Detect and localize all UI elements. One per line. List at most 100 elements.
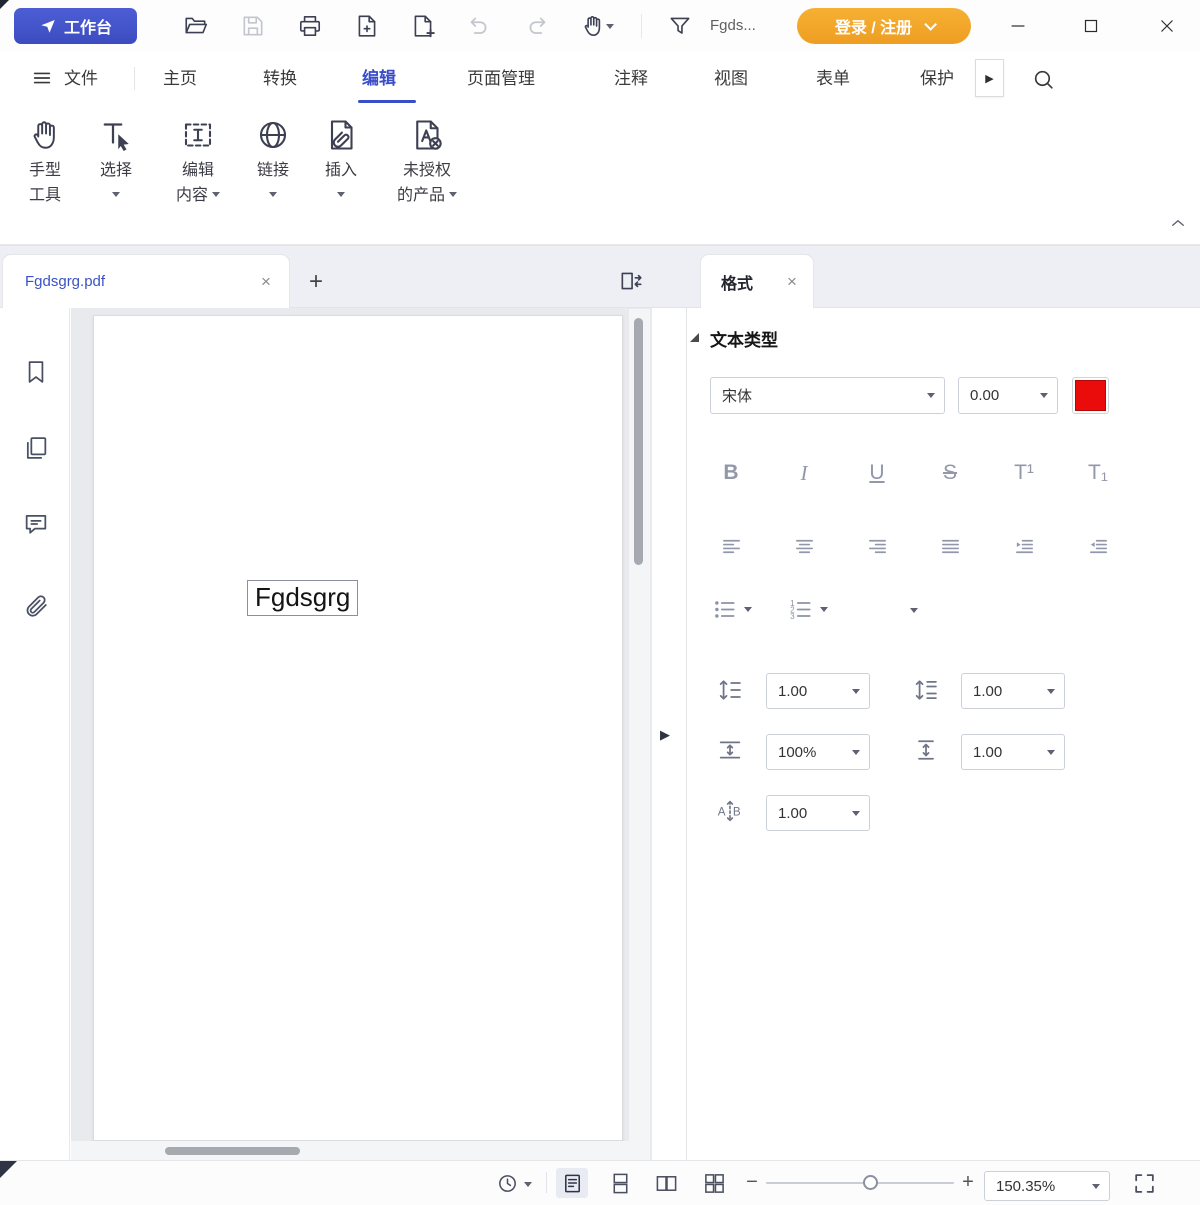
menu-comment[interactable]: 注释 bbox=[614, 52, 648, 105]
close-panel-icon[interactable]: × bbox=[779, 269, 805, 295]
chevron-down-icon bbox=[1047, 689, 1055, 694]
indent-decrease-icon[interactable] bbox=[1075, 526, 1121, 566]
new-document-icon[interactable] bbox=[403, 8, 443, 44]
timer-dropdown-icon[interactable] bbox=[524, 1172, 532, 1196]
numbered-list-icon[interactable]: 1 2 3 bbox=[788, 594, 828, 624]
chevron-down-icon bbox=[927, 393, 935, 398]
menu-convert[interactable]: 转换 bbox=[263, 52, 297, 105]
menu-overflow-arrow-icon[interactable]: ▶ bbox=[975, 59, 1004, 97]
tool-label-line2: 工具 bbox=[16, 183, 74, 208]
align-center-icon[interactable] bbox=[781, 526, 827, 566]
line-spacing-value: 1.00 bbox=[778, 683, 852, 700]
menu-edit[interactable]: 编辑 bbox=[362, 52, 396, 105]
menu-view[interactable]: 视图 bbox=[714, 52, 748, 105]
superscript-button[interactable]: T¹ bbox=[1001, 452, 1047, 494]
workspace-button[interactable]: 工作台 bbox=[14, 8, 137, 44]
zoom-slider-thumb[interactable] bbox=[863, 1175, 878, 1190]
minimize-icon[interactable] bbox=[993, 0, 1043, 52]
tool-label-line2: 内容 bbox=[160, 183, 236, 208]
redo-icon[interactable] bbox=[518, 8, 558, 44]
continuous-view-icon[interactable] bbox=[604, 1168, 636, 1198]
align-justify-icon[interactable] bbox=[927, 526, 973, 566]
vertical-scale-icon bbox=[912, 736, 940, 764]
login-register-button[interactable]: 登录 / 注册 bbox=[797, 8, 971, 44]
maximize-icon[interactable] bbox=[1066, 0, 1116, 52]
new-tab-icon[interactable]: + bbox=[300, 262, 332, 302]
horizontal-scrollbar-thumb[interactable] bbox=[165, 1147, 300, 1155]
horizontal-scrollbar[interactable] bbox=[71, 1141, 629, 1160]
font-family-select[interactable]: 宋体 bbox=[710, 377, 945, 414]
align-right-icon[interactable] bbox=[854, 526, 900, 566]
font-color-swatch[interactable] bbox=[1072, 377, 1109, 414]
document-tab[interactable]: Fgdsgrg.pdf × bbox=[2, 254, 290, 308]
text-edit-box[interactable]: Fgdsgrg bbox=[247, 580, 358, 616]
page-thumbnails-icon[interactable] bbox=[20, 432, 52, 464]
chevron-down-icon bbox=[852, 750, 860, 755]
subscript-button[interactable]: T₁ bbox=[1075, 452, 1121, 494]
link-tool-button[interactable]: 链接 bbox=[246, 112, 300, 201]
tool-label-text: 的产品 bbox=[397, 187, 445, 204]
menu-protect[interactable]: 保护 bbox=[920, 52, 954, 105]
menu-home[interactable]: 主页 bbox=[163, 52, 197, 105]
character-spacing-select[interactable]: 1.00 bbox=[766, 795, 870, 831]
indent-increase-icon[interactable] bbox=[1001, 526, 1047, 566]
list-style-dropdown-icon[interactable] bbox=[910, 598, 918, 622]
zoom-in-icon[interactable]: + bbox=[958, 1160, 978, 1205]
format-panel-expand-arrow-icon[interactable]: ▶ bbox=[656, 724, 674, 746]
single-page-view-icon[interactable] bbox=[556, 1168, 588, 1198]
paragraph-spacing-value: 1.00 bbox=[973, 683, 1047, 700]
edit-content-button[interactable]: 编辑 内容 bbox=[160, 112, 236, 208]
insert-tool-button[interactable]: 插入 bbox=[314, 112, 368, 201]
export-page-icon[interactable] bbox=[347, 8, 387, 44]
paragraph-spacing-select[interactable]: 1.00 bbox=[961, 673, 1065, 709]
toolbar-divider bbox=[641, 14, 642, 38]
tool-label-text: 内容 bbox=[176, 187, 208, 204]
search-icon[interactable] bbox=[1026, 62, 1060, 96]
comments-icon[interactable] bbox=[20, 508, 52, 540]
hamburger-menu-icon[interactable] bbox=[28, 64, 56, 92]
facing-pages-view-icon[interactable] bbox=[650, 1168, 682, 1198]
zoom-out-icon[interactable]: − bbox=[742, 1160, 762, 1205]
bookmarks-icon[interactable] bbox=[20, 356, 52, 388]
align-left-icon[interactable] bbox=[708, 526, 754, 566]
vertical-scrollbar[interactable] bbox=[629, 309, 650, 1160]
attachments-icon[interactable] bbox=[20, 590, 52, 622]
open-file-icon[interactable] bbox=[176, 8, 216, 44]
chevron-down-icon bbox=[112, 192, 120, 197]
zoom-level-select[interactable]: 150.35% bbox=[984, 1171, 1110, 1201]
pan-hand-icon[interactable] bbox=[570, 8, 624, 44]
bold-button[interactable]: B bbox=[708, 452, 754, 494]
select-tool-button[interactable]: 选择 bbox=[88, 112, 144, 201]
fullscreen-icon[interactable] bbox=[1128, 1168, 1160, 1198]
zoom-slider[interactable] bbox=[766, 1182, 954, 1184]
strikethrough-button[interactable]: S bbox=[927, 452, 973, 494]
horizontal-scale-select[interactable]: 100% bbox=[766, 734, 870, 770]
save-icon[interactable] bbox=[233, 8, 273, 44]
menu-form[interactable]: 表单 bbox=[816, 52, 850, 105]
close-tab-icon[interactable]: × bbox=[253, 269, 279, 295]
undo-icon[interactable] bbox=[458, 8, 498, 44]
login-label: 登录 / 注册 bbox=[835, 14, 912, 38]
chevron-down-icon bbox=[606, 24, 614, 29]
unauthorized-product-button[interactable]: 未授权 的产品 bbox=[384, 112, 470, 208]
menu-file[interactable]: 文件 bbox=[64, 52, 98, 105]
vertical-scale-select[interactable]: 1.00 bbox=[961, 734, 1065, 770]
vertical-scrollbar-thumb[interactable] bbox=[634, 318, 643, 565]
hand-tool-button[interactable]: 手型 工具 bbox=[16, 112, 74, 208]
format-panel-tab[interactable]: 格式 × bbox=[700, 254, 814, 308]
facing-continuous-view-icon[interactable] bbox=[698, 1168, 730, 1198]
section-collapse-icon[interactable] bbox=[690, 333, 699, 342]
bullet-list-icon[interactable] bbox=[712, 594, 752, 624]
underline-button[interactable]: U bbox=[854, 452, 900, 494]
filter-icon[interactable] bbox=[660, 8, 700, 44]
font-size-select[interactable]: 0.00 bbox=[958, 377, 1058, 414]
reading-timer-icon[interactable] bbox=[492, 1170, 522, 1196]
menu-page-management[interactable]: 页面管理 bbox=[467, 52, 535, 105]
ribbon-collapse-icon[interactable] bbox=[1164, 212, 1192, 234]
split-view-icon[interactable] bbox=[614, 264, 648, 298]
tool-label-line1: 未授权 bbox=[384, 158, 470, 183]
line-spacing-select[interactable]: 1.00 bbox=[766, 673, 870, 709]
italic-button[interactable]: I bbox=[781, 452, 827, 494]
close-window-icon[interactable] bbox=[1136, 0, 1198, 52]
print-icon[interactable] bbox=[290, 8, 330, 44]
